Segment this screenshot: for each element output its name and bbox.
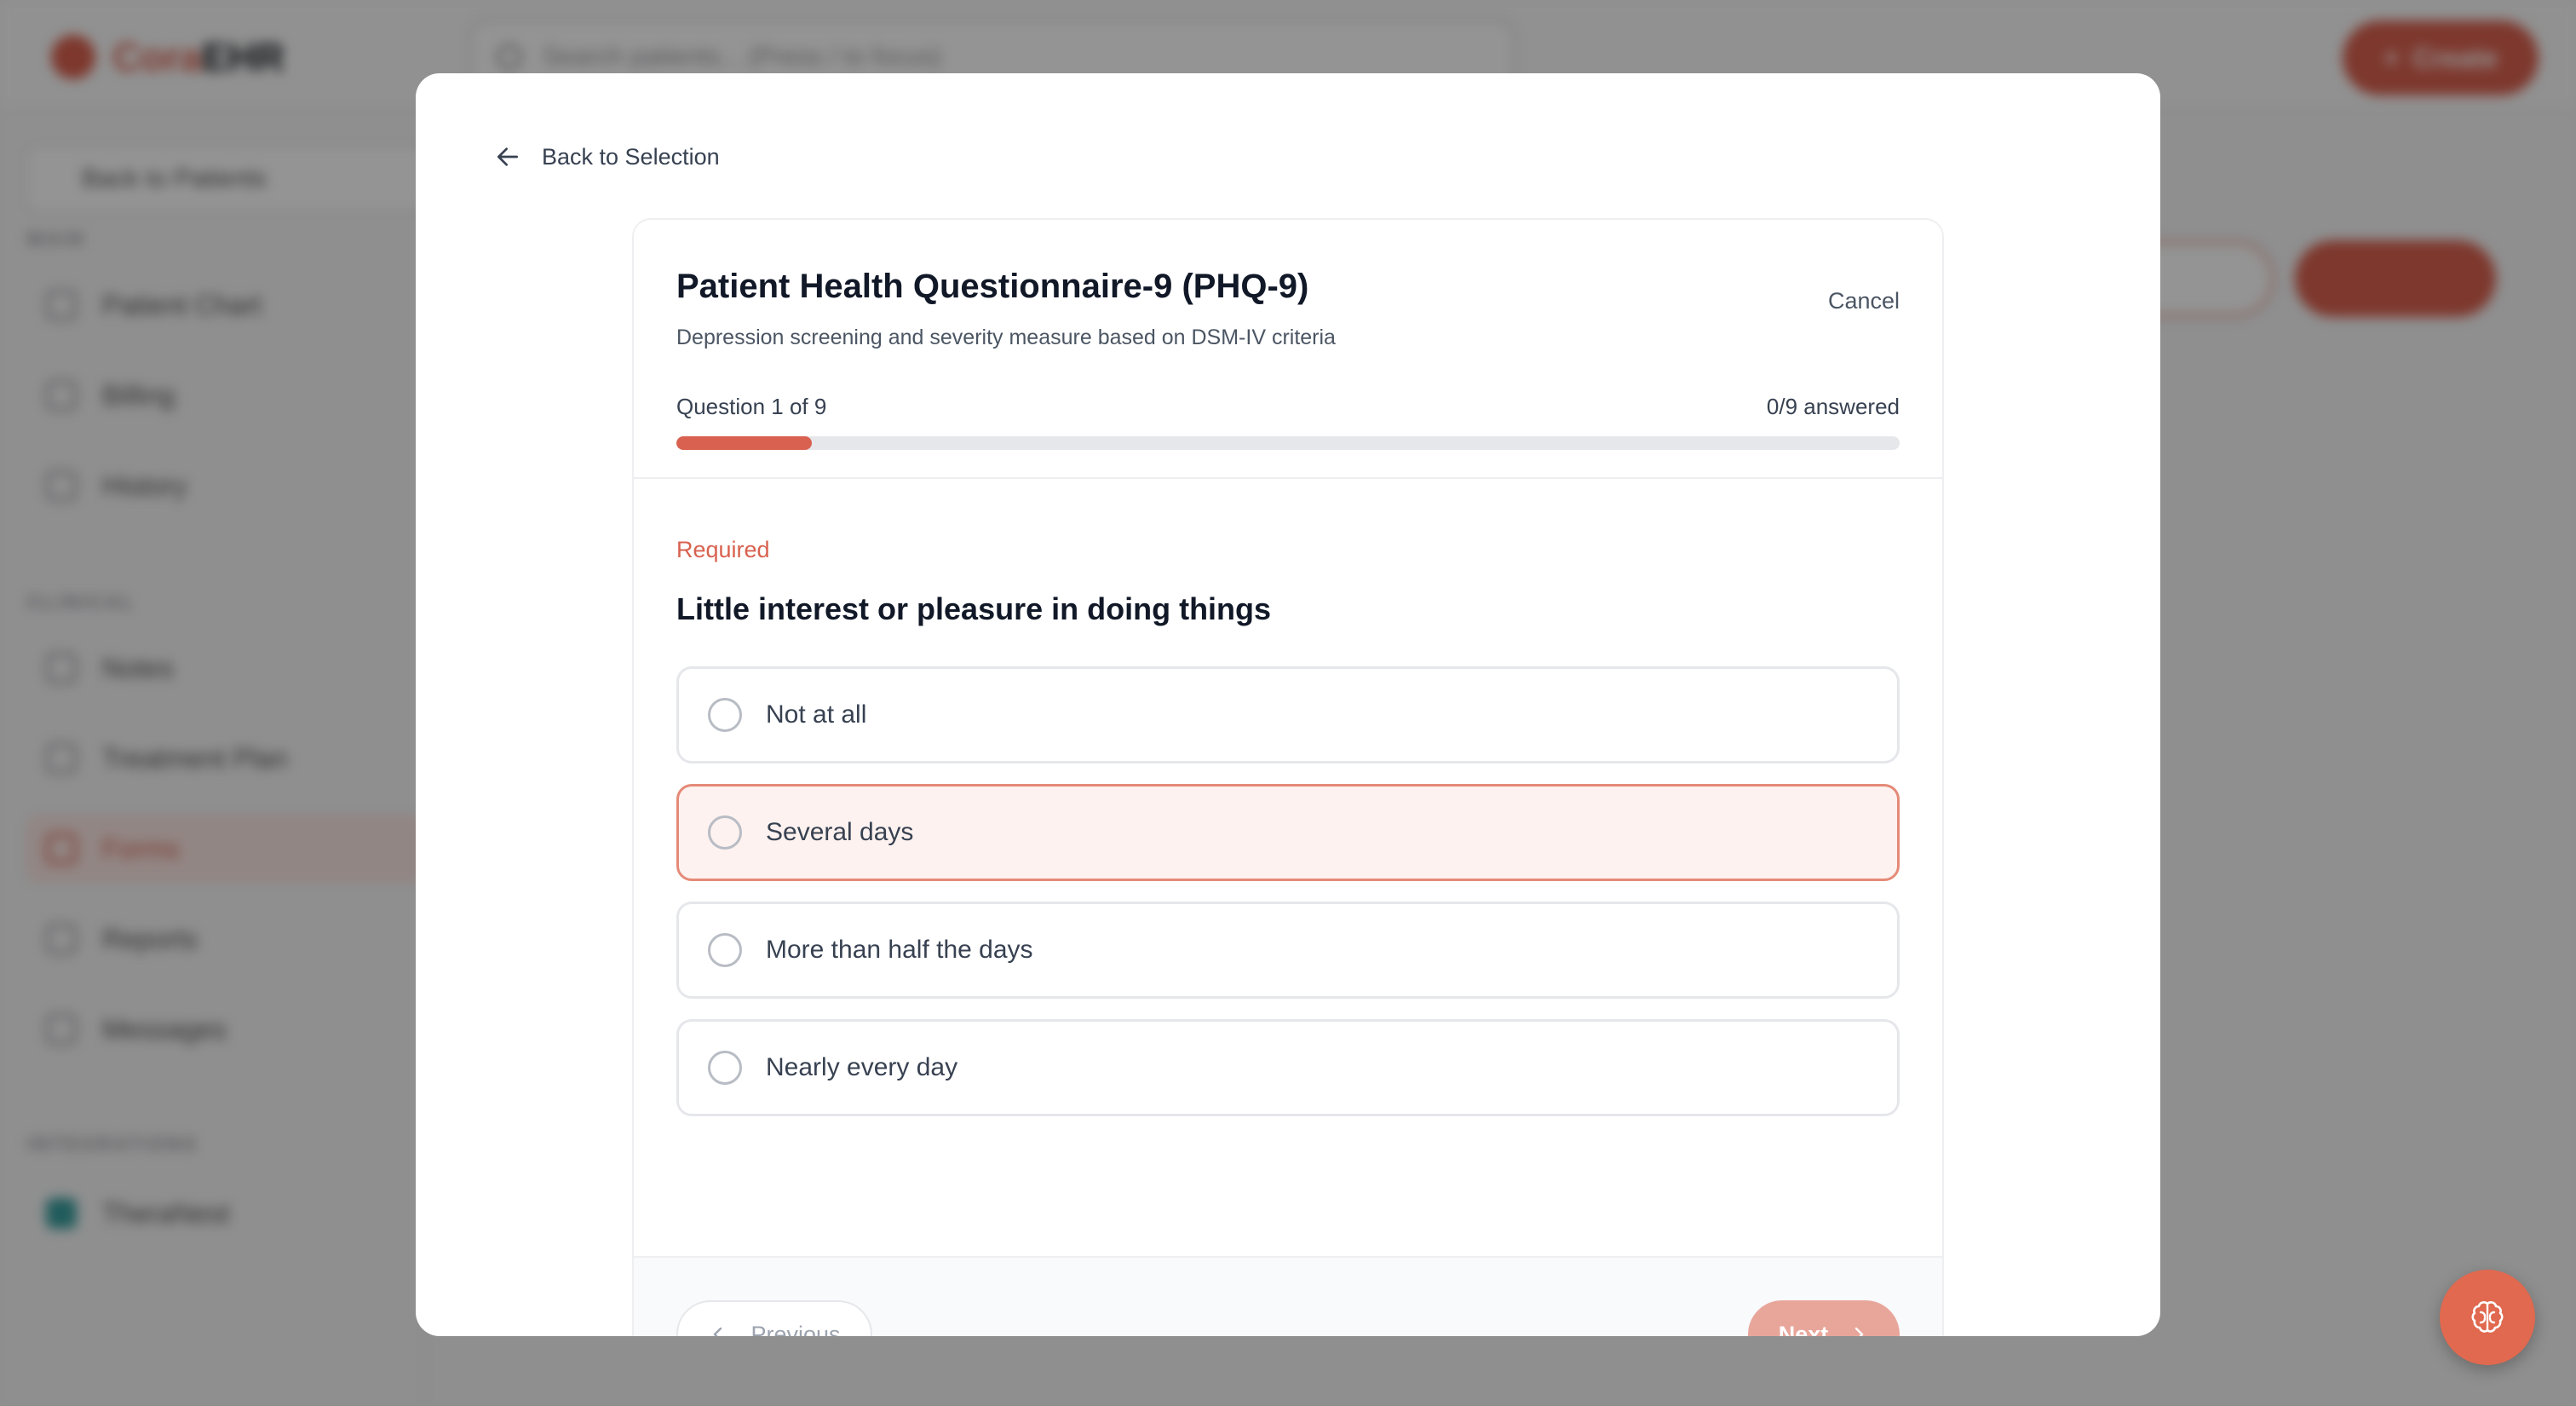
- question-text: Little interest or pleasure in doing thi…: [676, 591, 1272, 626]
- next-button[interactable]: Next: [1748, 1300, 1900, 1336]
- option-label: Not at all: [766, 700, 867, 729]
- option-not-at-all[interactable]: Not at all: [676, 666, 1900, 764]
- radio-icon[interactable]: [708, 698, 742, 732]
- chevron-left-icon: [714, 1327, 722, 1336]
- brain-icon: [2471, 1301, 2504, 1333]
- back-to-selection-label: Back to Selection: [542, 143, 720, 170]
- form-subtitle: Depression screening and severity measur…: [676, 326, 1336, 349]
- option-nearly-every-day[interactable]: Nearly every day: [676, 1019, 1900, 1116]
- form-title: Patient Health Questionnaire-9 (PHQ-9): [676, 268, 1309, 305]
- option-label: Nearly every day: [766, 1053, 958, 1081]
- header-divider: [634, 477, 1942, 479]
- required-label: Required: [676, 537, 770, 562]
- previous-label: Previous: [750, 1321, 841, 1337]
- progress-bar-fill: [676, 436, 813, 450]
- chevron-right-icon: [1855, 1327, 1864, 1336]
- answer-options: Not at all Several days More than half t…: [676, 666, 1900, 1137]
- option-label: More than half the days: [766, 936, 1033, 964]
- option-several-days[interactable]: Several days: [676, 784, 1900, 881]
- cancel-button[interactable]: Cancel: [1828, 288, 1900, 314]
- previous-button[interactable]: Previous: [676, 1300, 872, 1336]
- answered-counter: 0/9 answered: [1766, 394, 1900, 419]
- question-counter: Question 1 of 9: [676, 394, 827, 419]
- progress-bar: [676, 436, 1900, 450]
- radio-icon[interactable]: [708, 933, 742, 967]
- radio-icon[interactable]: [708, 815, 742, 850]
- radio-icon[interactable]: [708, 1051, 742, 1085]
- assistant-button[interactable]: [2440, 1270, 2535, 1365]
- form-modal: Back to Selection Patient Health Questio…: [416, 73, 2160, 1336]
- questionnaire-card: Patient Health Questionnaire-9 (PHQ-9) D…: [632, 218, 1944, 1336]
- option-more-than-half[interactable]: More than half the days: [676, 902, 1900, 999]
- back-to-selection-button[interactable]: Back to Selection: [494, 143, 720, 170]
- next-label: Next: [1778, 1321, 1829, 1337]
- option-label: Several days: [766, 818, 914, 846]
- arrow-left-icon: [497, 147, 518, 166]
